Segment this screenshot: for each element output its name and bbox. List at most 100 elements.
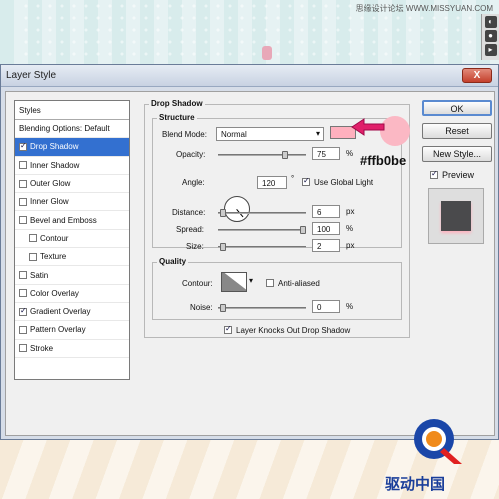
- angle-unit: °: [291, 174, 295, 183]
- preview-checkbox[interactable]: [430, 169, 438, 179]
- style-checkbox[interactable]: [29, 252, 37, 261]
- angle-field[interactable]: 120: [257, 176, 287, 189]
- style-checkbox[interactable]: [19, 161, 27, 170]
- opacity-label: Opacity:: [176, 150, 206, 159]
- spread-slider-thumb[interactable]: [300, 226, 306, 234]
- use-global-light-label: Use Global Light: [314, 178, 374, 187]
- styles-list-item[interactable]: Texture: [15, 248, 129, 267]
- distance-slider-thumb[interactable]: [220, 209, 226, 217]
- styles-list-item[interactable]: Gradient Overlay: [15, 303, 129, 322]
- size-field[interactable]: 2: [312, 239, 340, 252]
- tool-icon[interactable]: ◐: [484, 16, 497, 28]
- style-checkbox[interactable]: [19, 141, 27, 151]
- layer-style-dialog: Layer Style X Styles Blending Options: D…: [0, 64, 499, 440]
- styles-list-item[interactable]: Stroke: [15, 340, 129, 358]
- styles-list-item-label: Color Overlay: [30, 288, 79, 298]
- dialog-title: Layer Style: [6, 70, 57, 81]
- reset-button[interactable]: Reset: [422, 123, 492, 139]
- style-checkbox[interactable]: [19, 325, 27, 334]
- blend-mode-label: Blend Mode:: [162, 130, 207, 139]
- style-checkbox[interactable]: [19, 289, 27, 298]
- structure-title: Structure: [157, 113, 197, 122]
- preview-square: [441, 201, 471, 231]
- annotation-hex-label: #ffb0be: [360, 153, 407, 168]
- opacity-unit: %: [346, 149, 354, 158]
- styles-list-item-label: Outer Glow: [30, 179, 71, 189]
- opacity-slider[interactable]: [218, 151, 306, 159]
- opacity-slider-thumb[interactable]: [282, 151, 288, 159]
- styles-list-item[interactable]: Satin: [15, 266, 129, 285]
- size-slider-thumb[interactable]: [220, 243, 226, 251]
- photoshop-side-strip: ◐ ● ▸: [481, 14, 499, 60]
- style-checkbox[interactable]: [19, 197, 27, 206]
- anti-aliased-label: Anti-aliased: [278, 279, 320, 288]
- distance-slider[interactable]: [218, 209, 306, 217]
- styles-list-item[interactable]: Outer Glow: [15, 175, 129, 194]
- blend-mode-select[interactable]: Normal ▾: [216, 127, 324, 141]
- styles-header[interactable]: Styles: [15, 101, 129, 120]
- styles-list-item[interactable]: Inner Shadow: [15, 157, 129, 175]
- contour-label: Contour:: [182, 279, 213, 288]
- style-checkbox[interactable]: [19, 271, 27, 280]
- annotation-arrow-icon: [351, 118, 385, 136]
- noise-field[interactable]: 0: [312, 300, 340, 313]
- noise-label: Noise:: [190, 303, 213, 312]
- close-button[interactable]: X: [462, 68, 492, 83]
- drop-shadow-title: Drop Shadow: [149, 99, 205, 108]
- title-bar[interactable]: Layer Style X: [1, 65, 498, 87]
- quality-title: Quality: [157, 257, 189, 266]
- styles-list-item-label: Inner Glow: [30, 197, 69, 207]
- styles-list-item[interactable]: Contour: [15, 230, 129, 249]
- tool-icon[interactable]: ●: [484, 30, 497, 42]
- styles-list-item-label: Contour: [40, 233, 69, 243]
- style-checkbox[interactable]: [19, 216, 27, 225]
- site-logo-text: 驱动中国: [385, 476, 446, 493]
- ok-button[interactable]: OK: [422, 100, 492, 116]
- style-checkbox[interactable]: [19, 344, 27, 353]
- styles-list-item-label: Satin: [30, 270, 49, 280]
- styles-list-item[interactable]: Drop Shadow: [15, 138, 129, 157]
- styles-list: Styles Blending Options: Default Drop Sha…: [14, 100, 130, 380]
- preview-thumbnail: [428, 188, 484, 244]
- styles-list-item-label: Pattern Overlay: [30, 325, 86, 335]
- tool-icon[interactable]: ▸: [484, 44, 497, 56]
- styles-list-item-label: Inner Shadow: [30, 160, 80, 170]
- chevron-down-icon: ▾: [315, 129, 320, 138]
- styles-list-item-label: Blending Options: Default: [19, 124, 110, 134]
- angle-dial[interactable]: [224, 196, 250, 222]
- distance-unit: px: [346, 207, 355, 216]
- style-checkbox[interactable]: [19, 179, 27, 188]
- chevron-down-icon[interactable]: ▾: [249, 276, 253, 285]
- size-slider[interactable]: [218, 243, 306, 251]
- styles-list-item-label: Gradient Overlay: [30, 307, 91, 317]
- angle-label: Angle:: [182, 178, 205, 187]
- noise-slider[interactable]: [218, 304, 306, 312]
- styles-list-item[interactable]: Bevel and Emboss: [15, 211, 129, 230]
- contour-picker[interactable]: [221, 272, 247, 292]
- style-checkbox[interactable]: [29, 234, 37, 243]
- watermark: 思缘设计论坛 WWW.MISSYUAN.COM: [355, 4, 493, 13]
- noise-slider-thumb[interactable]: [220, 304, 226, 312]
- styles-list-item[interactable]: Inner Glow: [15, 193, 129, 212]
- distance-field[interactable]: 6: [312, 205, 340, 218]
- noise-unit: %: [346, 302, 354, 311]
- spread-field[interactable]: 100: [312, 222, 340, 235]
- styles-list-item[interactable]: Blending Options: Default: [15, 120, 129, 139]
- opacity-field[interactable]: 75: [312, 147, 340, 160]
- canvas-artwork: [262, 46, 272, 60]
- spread-slider[interactable]: [218, 226, 306, 234]
- styles-list-item-label: Stroke: [30, 343, 54, 353]
- anti-aliased-checkbox[interactable]: [266, 279, 274, 287]
- styles-list-item[interactable]: Color Overlay: [15, 285, 129, 303]
- spread-unit: %: [346, 224, 354, 233]
- new-style-button[interactable]: New Style...: [422, 146, 492, 162]
- styles-list-item-label: Drop Shadow: [30, 142, 79, 152]
- knockout-checkbox[interactable]: [224, 324, 232, 334]
- use-global-light-checkbox[interactable]: [302, 176, 310, 186]
- styles-list-item[interactable]: Pattern Overlay: [15, 321, 129, 340]
- dialog-body: Styles Blending Options: Default Drop Sha…: [5, 91, 495, 436]
- size-unit: px: [346, 241, 355, 250]
- spread-label: Spread:: [176, 225, 205, 234]
- style-checkbox[interactable]: [19, 306, 27, 316]
- site-logo-icon: [414, 419, 462, 464]
